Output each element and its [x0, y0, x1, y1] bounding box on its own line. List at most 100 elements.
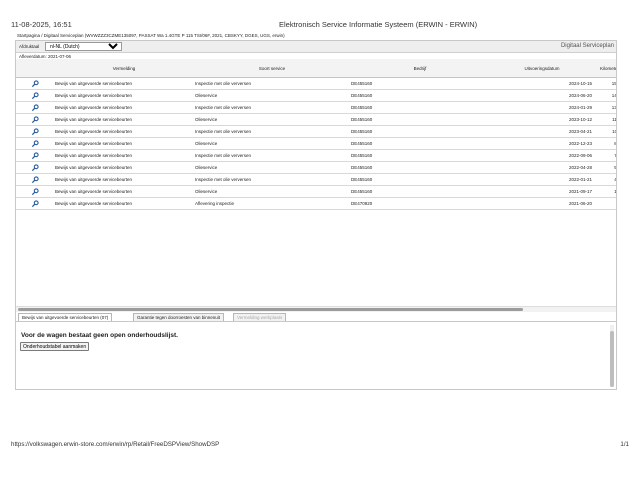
cell-uitvoeringsdatum: 2022-09-06: [490, 149, 594, 162]
row-detail-icon-cell[interactable]: [16, 197, 54, 210]
cell-vermelding: Bewijs van uitgevoerde servicebeurten: [54, 137, 194, 150]
page-url: https://volkswagen.erwin-store.com/erwin…: [11, 441, 220, 448]
create-maintenance-table-button[interactable]: Onderhoudstabel aanmaken: [20, 342, 90, 351]
cell-soort-service: Olieservice: [194, 185, 350, 198]
magnifier-icon[interactable]: [31, 91, 39, 100]
cell-kilometerstand: 133149 km: [594, 101, 616, 114]
cell-uitvoeringsdatum: 2023-10-12: [490, 113, 594, 126]
magnifier-icon[interactable]: [31, 127, 39, 136]
no-open-list-message: Voor de wagen bestaat geen open onderhou…: [21, 332, 178, 339]
column-header-vermelding[interactable]: Vermelding: [54, 59, 194, 78]
table-row[interactable]: Bewijs van uitgevoerde servicebeurten Ins…: [16, 77, 616, 90]
cell-uitvoeringsdatum: 2024-06-20: [490, 89, 594, 102]
cell-uitvoeringsdatum: 2022-01-21: [490, 173, 594, 186]
cell-kilometerstand: 102611 km: [594, 125, 616, 138]
table-row[interactable]: Bewijs van uitgevoerde servicebeurten Ins…: [16, 125, 616, 138]
column-header-uitvoeringsdatum[interactable]: Uitvoeringsdatum: [490, 59, 594, 78]
maintenance-list-panel: Voor de wagen bestaat geen open onderhou…: [16, 321, 616, 389]
cell-vermelding: Bewijs van uitgevoerde servicebeurten: [54, 161, 194, 174]
cell-soort-service: Olieservice: [194, 161, 350, 174]
cell-kilometerstand: 143665 km: [594, 89, 616, 102]
column-header-kilometerstand[interactable]: Kilometerstand: [594, 59, 616, 78]
language-label: Afdruktaal: [19, 44, 40, 49]
cell-bedrijf: DE470920: [350, 197, 490, 210]
breadcrumb[interactable]: Startpagina / Digitaal Serviceplan (WVWZ…: [17, 33, 285, 38]
table-row[interactable]: Bewijs van uitgevoerde servicebeurten Ins…: [16, 149, 616, 162]
table-row[interactable]: Bewijs van uitgevoerde servicebeurten Oli…: [16, 185, 616, 198]
print-datetime: 11-08-2025, 16:51: [11, 20, 72, 29]
print-footer: https://volkswagen.erwin-store.com/erwin…: [11, 441, 629, 448]
row-detail-icon-cell[interactable]: [16, 137, 54, 150]
cell-uitvoeringsdatum: 2022-12-23: [490, 137, 594, 150]
row-detail-icon-cell[interactable]: [16, 77, 54, 90]
magnifier-icon[interactable]: [31, 79, 39, 88]
row-detail-icon-cell[interactable]: [16, 101, 54, 114]
magnifier-icon[interactable]: [31, 151, 39, 160]
table-row[interactable]: Bewijs van uitgevoerde servicebeurten Oli…: [16, 89, 616, 102]
cell-vermelding: Bewijs van uitgevoerde servicebeurten: [54, 77, 194, 90]
cell-kilometerstand: 57584 km: [594, 161, 616, 174]
magnifier-icon[interactable]: [31, 103, 39, 112]
tab-bewijs-servicebeurten[interactable]: Bewijs van uitgevoerde servicebeurten (0…: [18, 313, 113, 321]
column-header-bedrijf[interactable]: Bedrijf: [350, 59, 490, 78]
cell-bedrijf: DE455160: [350, 113, 490, 126]
service-plan-panel: Afdruktaal nl-NL (Dutch) Digitaal Servic…: [15, 40, 617, 390]
cell-bedrijf: DE455160: [350, 173, 490, 186]
vertical-scrollbar[interactable]: [610, 325, 614, 387]
tab-garantie-doorroesten[interactable]: Garantie tegen doorroesten van binnenuit: [133, 313, 225, 321]
table-body: Bewijs van uitgevoerde servicebeurten Ins…: [16, 77, 616, 210]
cell-soort-service: Olieservice: [194, 89, 350, 102]
cell-bedrijf: DE455160: [350, 137, 490, 150]
cell-kilometerstand: 73132 km: [594, 149, 616, 162]
cell-kilometerstand: 156086 km: [594, 77, 616, 90]
column-header-soort-service[interactable]: Soort service: [194, 59, 350, 78]
page-title: Elektronisch Service Informatie Systeem …: [279, 20, 478, 29]
cell-bedrijf: DE455160: [350, 77, 490, 90]
cell-bedrijf: DE455160: [350, 161, 490, 174]
cell-kilometerstand: 11 km: [594, 197, 616, 210]
cell-kilometerstand: 118025 km: [594, 113, 616, 126]
cell-kilometerstand: 41033 km: [594, 173, 616, 186]
row-detail-icon-cell[interactable]: [16, 113, 54, 126]
cell-vermelding: Bewijs van uitgevoerde servicebeurten: [54, 125, 194, 138]
table-row[interactable]: Bewijs van uitgevoerde servicebeurten Oli…: [16, 137, 616, 150]
magnifier-icon[interactable]: [31, 163, 39, 172]
cell-uitvoeringsdatum: 2022-04-28: [490, 161, 594, 174]
magnifier-icon[interactable]: [31, 199, 39, 208]
horizontal-scrollbar[interactable]: [16, 306, 616, 312]
toolbar: Afdruktaal nl-NL (Dutch) Digitaal Servic…: [16, 41, 616, 53]
cell-soort-service: Inspectie met olie verversen: [194, 149, 350, 162]
table-row[interactable]: Bewijs van uitgevoerde servicebeurten Oli…: [16, 161, 616, 174]
row-detail-icon-cell[interactable]: [16, 161, 54, 174]
cell-soort-service: Olieservice: [194, 113, 350, 126]
cell-bedrijf: DE455160: [350, 185, 490, 198]
magnifier-icon[interactable]: [31, 175, 39, 184]
language-select[interactable]: nl-NL (Dutch): [45, 42, 122, 51]
cell-soort-service: Inspectie met olie verversen: [194, 173, 350, 186]
cell-bedrijf: DE455160: [350, 125, 490, 138]
magnifier-icon[interactable]: [31, 139, 39, 148]
tab-vermelding-werkplaats: Vermelding werkplaats: [233, 313, 287, 321]
row-detail-icon-cell[interactable]: [16, 89, 54, 102]
cell-vermelding: Bewijs van uitgevoerde servicebeurten: [54, 113, 194, 126]
vertical-scrollbar-thumb[interactable]: [610, 331, 614, 387]
cell-uitvoeringsdatum: 2021-06-20: [490, 197, 594, 210]
table-row[interactable]: Bewijs van uitgevoerde servicebeurten Ins…: [16, 101, 616, 114]
row-detail-icon-cell[interactable]: [16, 173, 54, 186]
row-detail-icon-cell[interactable]: [16, 125, 54, 138]
horizontal-scrollbar-thumb[interactable]: [18, 308, 523, 311]
magnifier-icon[interactable]: [31, 187, 39, 196]
cell-kilometerstand: 88648 km: [594, 137, 616, 150]
cell-vermelding: Bewijs van uitgevoerde servicebeurten: [54, 197, 194, 210]
magnifier-icon[interactable]: [31, 115, 39, 124]
row-detail-icon-cell[interactable]: [16, 185, 54, 198]
table-row[interactable]: Bewijs van uitgevoerde servicebeurten Ins…: [16, 173, 616, 186]
cell-soort-service: Olieservice: [194, 137, 350, 150]
row-detail-icon-cell[interactable]: [16, 149, 54, 162]
column-header-icon: [16, 59, 54, 78]
table-row[interactable]: Bewijs van uitgevoerde servicebeurten Afl…: [16, 197, 616, 210]
table-row[interactable]: Bewijs van uitgevoerde servicebeurten Oli…: [16, 113, 616, 126]
cell-soort-service: Inspectie met olie verversen: [194, 125, 350, 138]
cell-soort-service: Inspectie met olie verversen: [194, 77, 350, 90]
cell-vermelding: Bewijs van uitgevoerde servicebeurten: [54, 173, 194, 186]
